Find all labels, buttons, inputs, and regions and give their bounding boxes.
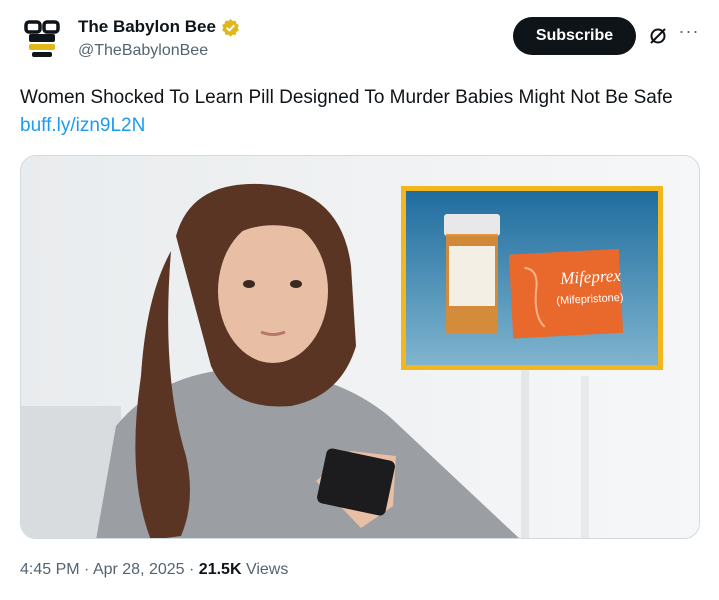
article-thumbnail-image[interactable]: Mifeprex (Mifepristone) xyxy=(20,155,700,539)
views-label: Views xyxy=(245,561,289,578)
author-name-row[interactable]: The Babylon Bee xyxy=(78,17,240,37)
tweet-link[interactable]: buff.ly/izn9L2N xyxy=(20,115,145,136)
meta-separator: · xyxy=(84,561,90,578)
tweet-body: Women Shocked To Learn Pill Designed To … xyxy=(20,87,673,108)
meta-separator: · xyxy=(189,561,195,578)
more-options-icon[interactable]: ··· xyxy=(678,22,700,44)
subscribe-button[interactable]: Subscribe xyxy=(513,17,636,55)
tweet-meta: 4:45 PM · Apr 28, 2025 · 21.5K Views xyxy=(20,561,288,579)
gold-verified-icon[interactable] xyxy=(221,18,240,37)
grok-icon[interactable] xyxy=(648,26,668,46)
tweet-header: The Babylon Bee @TheBabylonBee Subscribe… xyxy=(20,14,700,66)
tweet-time[interactable]: 4:45 PM xyxy=(20,561,80,578)
author-name[interactable]: The Babylon Bee xyxy=(78,17,216,37)
tweet-date[interactable]: Apr 28, 2025 xyxy=(93,561,185,578)
views-count[interactable]: 21.5K xyxy=(199,561,242,578)
tweet-text: Women Shocked To Learn Pill Designed To … xyxy=(20,84,700,140)
thumbnail-scene: Mifeprex (Mifepristone) xyxy=(21,156,699,538)
bee-logo-icon[interactable] xyxy=(20,16,64,60)
author-handle[interactable]: @TheBabylonBee xyxy=(78,42,208,60)
inset-photo: Mifeprex (Mifepristone) xyxy=(401,186,663,370)
mifeprex-box-brand: Mifeprex xyxy=(559,266,622,288)
